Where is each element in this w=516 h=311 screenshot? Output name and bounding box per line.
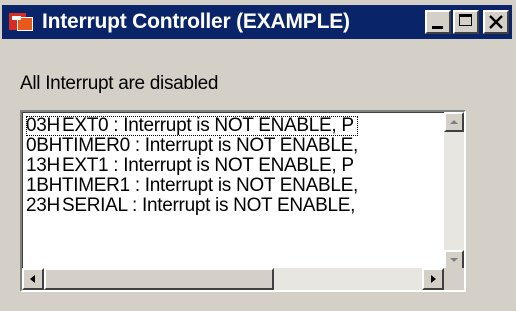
- arrow-up-icon: [450, 120, 458, 124]
- listbox-content: 03H EXT0 : Interrupt is NOT ENABLE, P 0BHT…: [22, 112, 446, 270]
- horizontal-scrollbar[interactable]: [22, 268, 444, 290]
- scroll-right-button[interactable]: [422, 268, 444, 290]
- scrollbar-corner: [444, 268, 464, 290]
- app-icon[interactable]: [9, 11, 35, 33]
- arrow-down-icon: [450, 258, 458, 262]
- interrupt-list-item[interactable]: 23H SERIAL : Interrupt is NOT ENABLE,: [26, 196, 358, 216]
- close-icon: [489, 15, 503, 29]
- interrupt-address: 13H: [26, 155, 60, 176]
- vertical-scrollbar[interactable]: [444, 112, 464, 270]
- interrupt-address: 23H: [26, 195, 60, 216]
- interrupt-description: EXT0 : Interrupt is NOT ENABLE, P: [62, 115, 354, 136]
- scroll-up-button[interactable]: [444, 112, 464, 132]
- interrupt-description: TIMER1 : Interrupt is NOT ENABLE,: [62, 175, 358, 196]
- interrupt-list-item[interactable]: 0BHTIMER0 : Interrupt is NOT ENABLE,: [26, 136, 358, 156]
- arrow-left-icon: [30, 275, 35, 283]
- close-button[interactable]: [483, 10, 509, 34]
- interrupt-list-item[interactable]: 13H EXT1 : Interrupt is NOT ENABLE, P: [26, 156, 358, 176]
- interrupt-description: EXT1 : Interrupt is NOT ENABLE, P: [62, 155, 354, 176]
- scroll-left-button[interactable]: [22, 268, 44, 290]
- title-bar[interactable]: Interrupt Controller (EXAMPLE): [2, 5, 512, 39]
- interrupt-status-label: All Interrupt are disabled: [20, 73, 219, 94]
- interrupt-list-item[interactable]: 03H EXT0 : Interrupt is NOT ENABLE, P: [26, 116, 358, 136]
- interrupt-address: 03H: [26, 115, 60, 136]
- interrupt-address: 0BH: [26, 135, 63, 156]
- interrupt-description: TIMER0 : Interrupt is NOT ENABLE,: [62, 135, 358, 156]
- interrupt-listbox[interactable]: 03H EXT0 : Interrupt is NOT ENABLE, P 0BHT…: [20, 110, 466, 292]
- maximize-button[interactable]: [453, 10, 479, 34]
- horizontal-scroll-thumb[interactable]: [44, 268, 274, 290]
- interrupt-rows: 03H EXT0 : Interrupt is NOT ENABLE, P 0BHT…: [26, 116, 358, 216]
- interrupt-list-item[interactable]: 1BHTIMER1 : Interrupt is NOT ENABLE,: [26, 176, 358, 196]
- interrupt-controller-window: Interrupt Controller (EXAMPLE) All Inter…: [0, 0, 516, 311]
- interrupt-address: 1BH: [26, 175, 63, 196]
- arrow-right-icon: [431, 275, 436, 283]
- interrupt-description: SERIAL : Interrupt is NOT ENABLE,: [62, 195, 356, 216]
- scroll-down-button[interactable]: [444, 250, 464, 270]
- window-controls: [423, 10, 509, 34]
- window-title: Interrupt Controller (EXAMPLE): [42, 10, 350, 33]
- minimize-button[interactable]: [425, 10, 451, 34]
